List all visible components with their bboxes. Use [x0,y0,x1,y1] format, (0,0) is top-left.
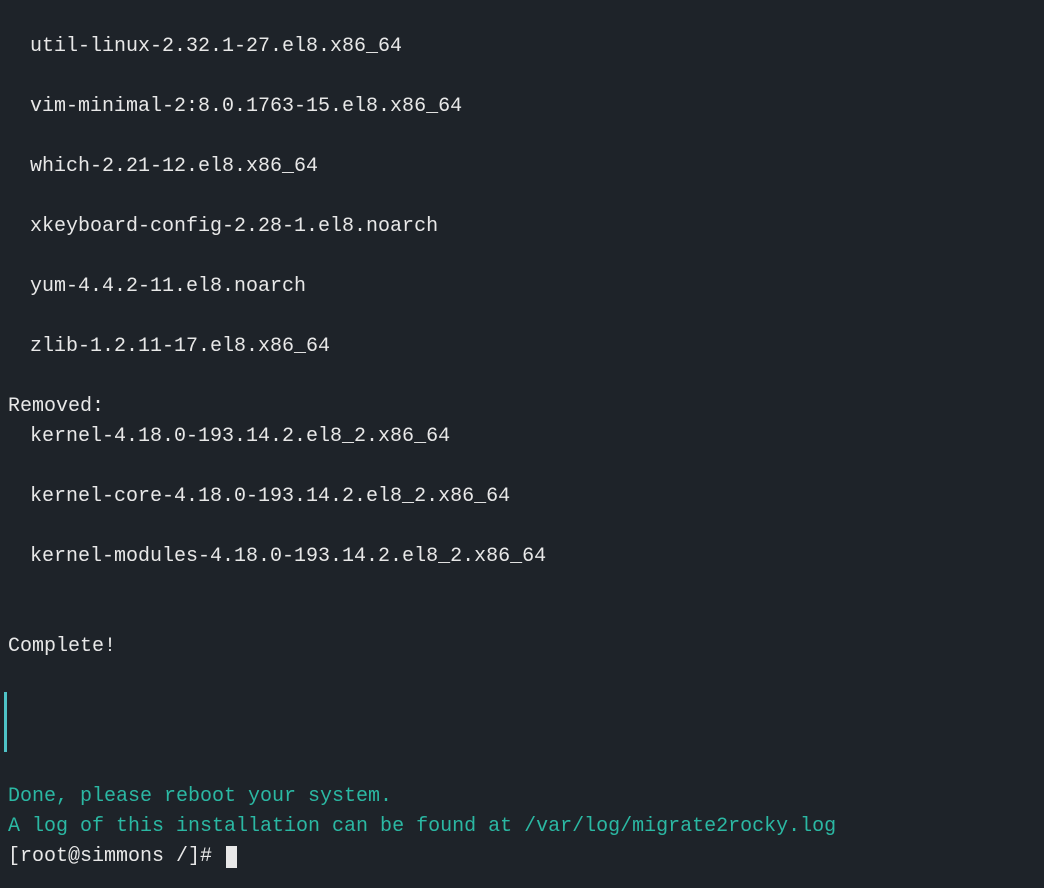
package-line: xkeyboard-config-2.28-1.el8.noarch [4,212,1040,242]
package-line: which-2.21-12.el8.x86_64 [4,152,1040,182]
package-line: vim-minimal-2:8.0.1763-15.el8.x86_64 [4,92,1040,122]
removed-header: Removed: [4,392,1040,422]
blank-line [4,62,1040,92]
blank-line [4,452,1040,482]
removed-package-line: kernel-modules-4.18.0-193.14.2.el8_2.x86… [4,542,1040,572]
blank-line [4,302,1040,332]
shell-prompt[interactable]: [root@simmons /]# [4,842,1040,872]
blank-line [4,752,1040,782]
complete-message: Complete! [4,632,1040,662]
blank-line [4,512,1040,542]
cursor [226,846,237,868]
package-line: yum-4.4.2-11.el8.noarch [4,272,1040,302]
blank-line [4,182,1040,212]
blank-line [4,362,1040,392]
log-message: A log of this installation can be found … [4,812,1040,842]
removed-package-line: kernel-4.18.0-193.14.2.el8_2.x86_64 [4,422,1040,452]
done-message: Done, please reboot your system. [4,782,1040,812]
accent-bar [4,692,1040,752]
blank-line [4,572,1040,602]
prompt-text: [root@simmons /]# [8,842,224,872]
package-line: zlib-1.2.11-17.el8.x86_64 [4,332,1040,362]
package-line: util-linux-2.32.1-27.el8.x86_64 [4,32,1040,62]
blank-line [4,122,1040,152]
blank-line [4,2,1040,32]
blank-line [4,242,1040,272]
terminal-window[interactable]: util-linux-2.32.1-27.el8.x86_64 vim-mini… [0,0,1044,888]
removed-package-line: kernel-core-4.18.0-193.14.2.el8_2.x86_64 [4,482,1040,512]
blank-line [4,602,1040,632]
